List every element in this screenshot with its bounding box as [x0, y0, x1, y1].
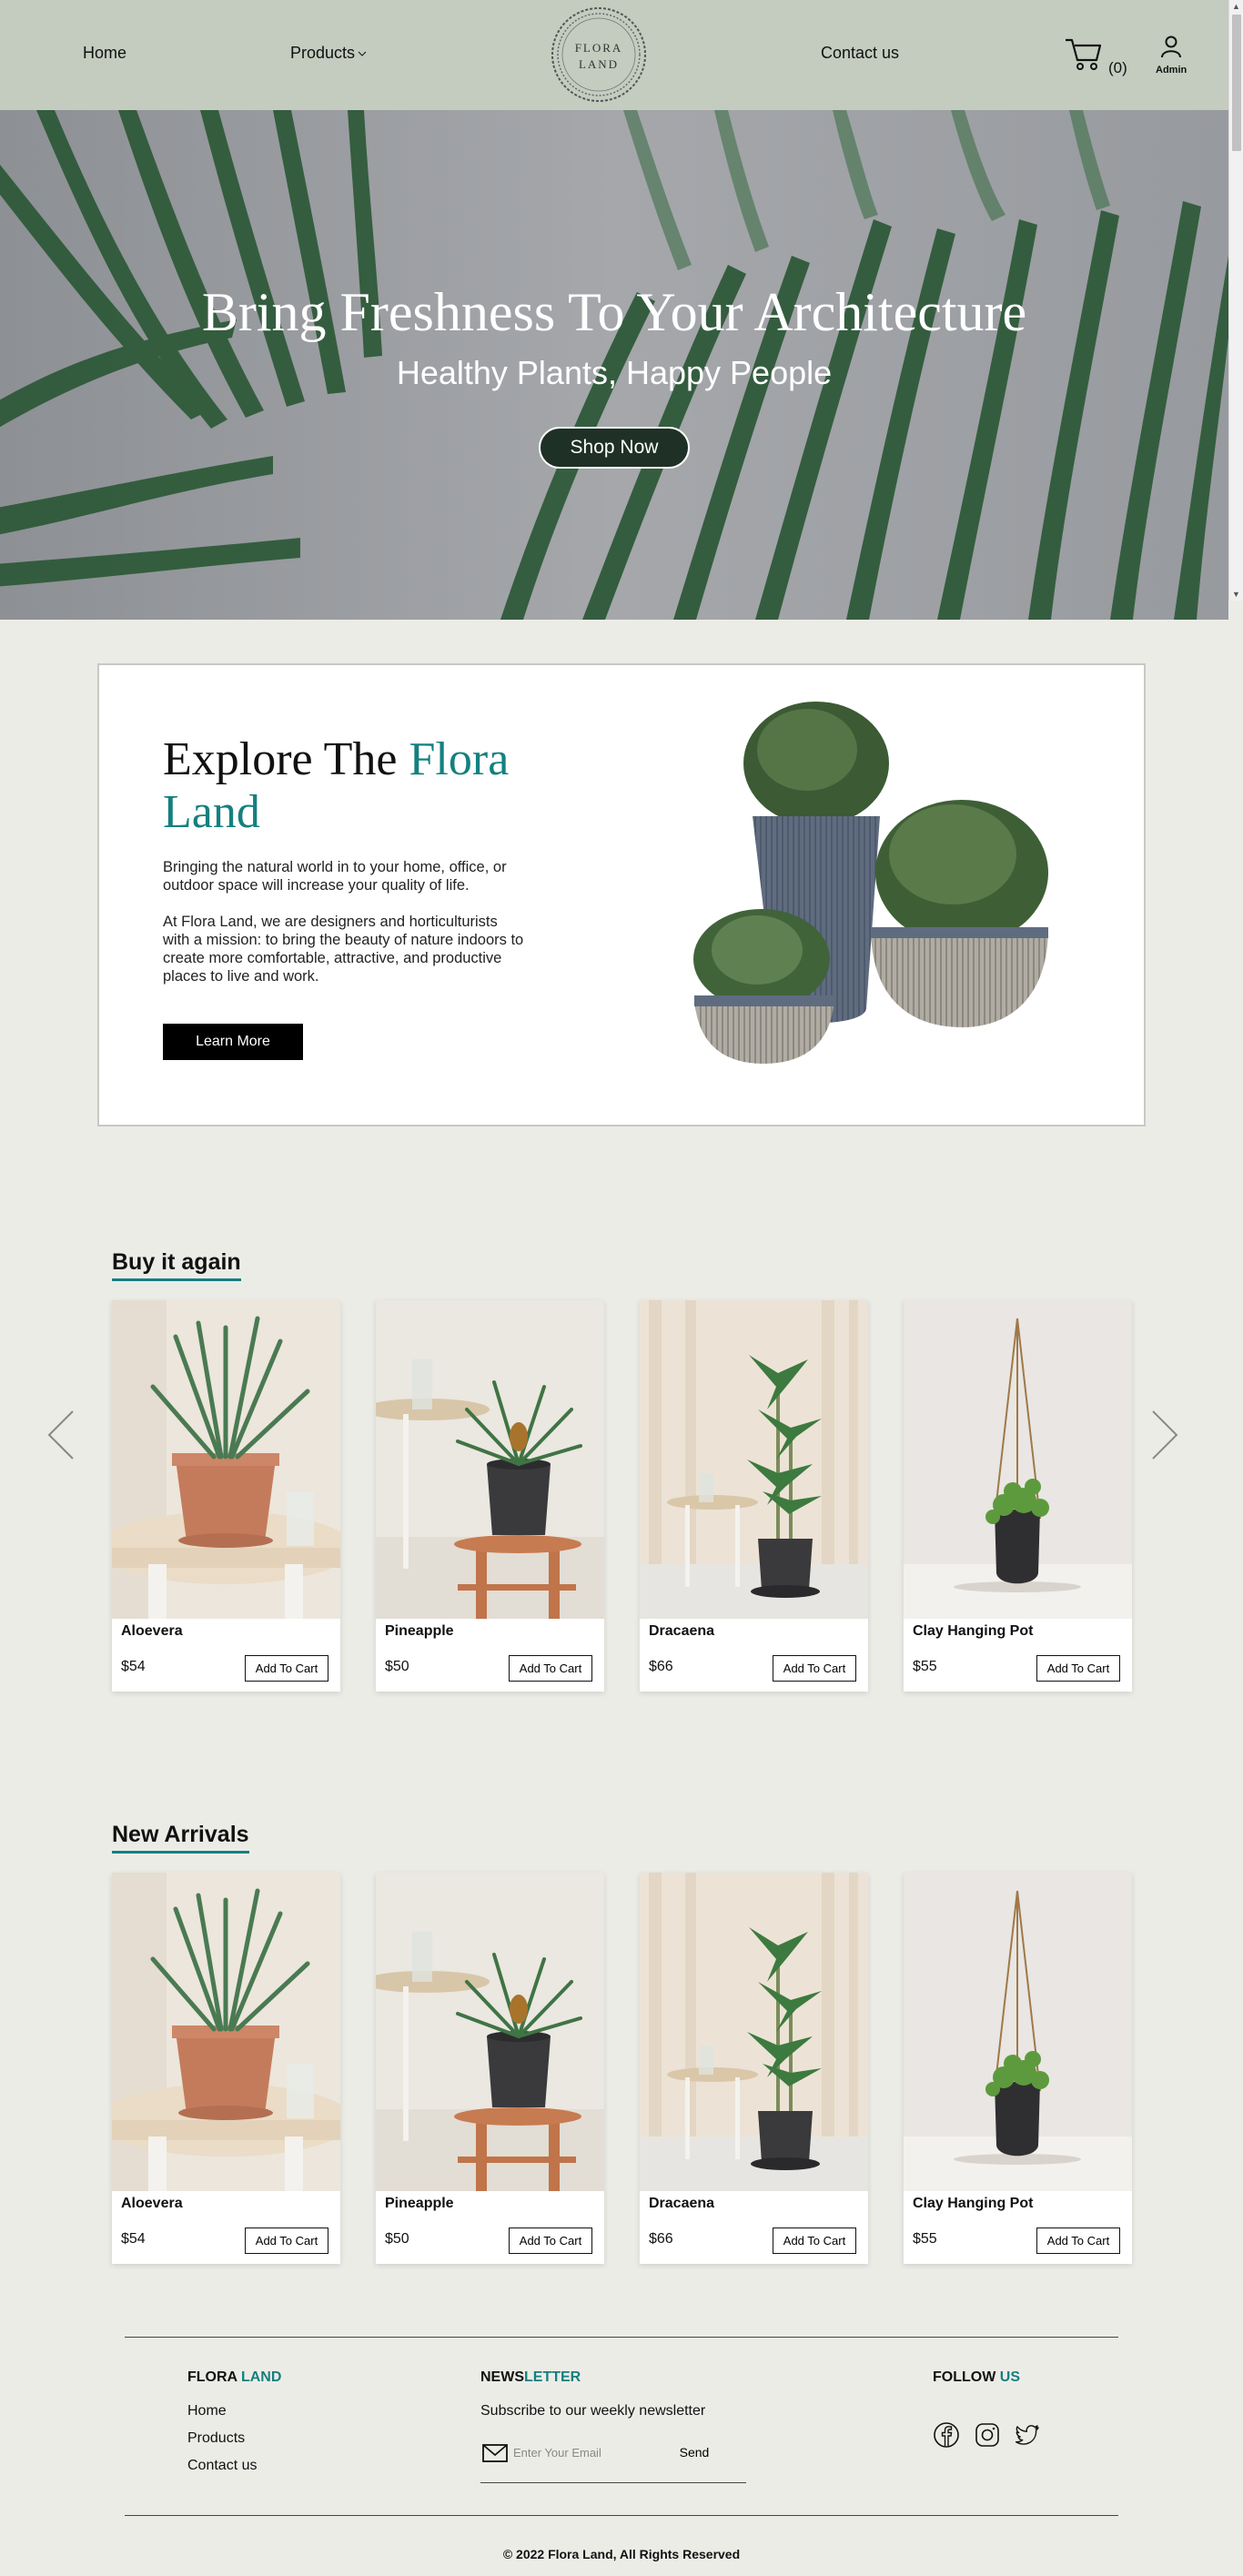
cart-icon[interactable] — [1064, 33, 1104, 73]
product-card-aloevera[interactable]: Aloevera $54 Add To Cart — [112, 1873, 340, 2264]
product-price: $55 — [913, 2231, 937, 2247]
admin-label: Admin — [1156, 65, 1187, 76]
pineapple-photo — [376, 1300, 604, 1619]
product-price: $54 — [121, 1659, 146, 1674]
svg-text:LAND: LAND — [579, 57, 619, 71]
footer-brand-text: FLORA — [187, 2369, 241, 2385]
cart-count: (0) — [1108, 59, 1127, 76]
newsletter-form: Send — [480, 2440, 746, 2483]
add-to-cart-button[interactable]: Add To Cart — [1036, 2227, 1120, 2254]
add-to-cart-button[interactable]: Add To Cart — [509, 1655, 592, 1682]
buy-again-title: Buy it again — [112, 1249, 241, 1281]
carousel-right-arrow-icon[interactable] — [1146, 1408, 1182, 1462]
product-name: Dracaena — [649, 1623, 715, 1639]
email-input[interactable] — [513, 2442, 668, 2462]
add-to-cart-button[interactable]: Add To Cart — [773, 2227, 856, 2254]
admin-account[interactable]: Admin — [1156, 35, 1187, 78]
send-button[interactable]: Send — [672, 2442, 717, 2462]
footer-brand-accent: LAND — [240, 2369, 282, 2385]
scroll-down-icon[interactable]: ▼ — [1232, 590, 1240, 599]
new-arrivals-title: New Arrivals — [112, 1822, 249, 1854]
carousel-left-arrow-icon[interactable] — [44, 1408, 80, 1462]
footer-divider-bottom — [125, 2515, 1118, 2516]
product-name: Pineapple — [385, 2196, 454, 2211]
pineapple-photo — [376, 1873, 604, 2191]
product-card-pineapple[interactable]: Pineapple $50 Add To Cart — [376, 1873, 604, 2264]
add-to-cart-button[interactable]: Add To Cart — [245, 1655, 328, 1682]
product-card-clay-hanging-pot[interactable]: Clay Hanging Pot $55 Add To Cart — [904, 1300, 1132, 1692]
follow-heading: FOLLOW US — [933, 2369, 1020, 2386]
add-to-cart-button[interactable]: Add To Cart — [773, 1655, 856, 1682]
scrollbar[interactable]: ▲ ▼ — [1228, 0, 1243, 601]
copyright-text: © 2022 Flora Land, All Rights Reserved — [502, 2547, 741, 2561]
product-name: Aloevera — [121, 1623, 183, 1639]
footer-divider-top — [125, 2337, 1118, 2338]
product-price: $54 — [121, 2231, 146, 2247]
product-card-aloevera[interactable]: Aloevera $54 Add To Cart — [112, 1300, 340, 1692]
follow-heading-accent: US — [999, 2369, 1020, 2385]
product-price: $50 — [385, 2231, 409, 2247]
aloevera-photo — [112, 1873, 340, 2191]
product-name: Pineapple — [385, 1623, 454, 1639]
add-to-cart-button[interactable]: Add To Cart — [245, 2227, 328, 2254]
flora-land-logo[interactable]: FLORA LAND — [549, 5, 649, 105]
nav-products-link[interactable]: Products — [290, 44, 368, 63]
aloevera-photo — [112, 1300, 340, 1619]
explore-paragraph-1: Bringing the natural world in to your ho… — [163, 859, 507, 894]
newsletter-heading-text: NEWS — [480, 2369, 524, 2385]
footer-brand-heading: FLORA LAND — [187, 2369, 281, 2386]
chevron-down-icon — [358, 51, 367, 57]
explore-section: Explore The Flora Land Bringing the natu… — [97, 663, 1146, 1126]
scroll-up-icon[interactable]: ▲ — [1232, 2, 1240, 11]
product-card-dracaena[interactable]: Dracaena $66 Add To Cart — [640, 1873, 868, 2264]
hero-title: Bring Freshness To Your Architecture — [201, 282, 1027, 342]
product-name: Aloevera — [121, 2196, 183, 2211]
hero-subtitle: Healthy Plants, Happy People — [396, 354, 833, 391]
svg-text:FLORA: FLORA — [575, 41, 623, 55]
dracaena-photo — [640, 1873, 868, 2191]
product-card-pineapple[interactable]: Pineapple $50 Add To Cart — [376, 1300, 604, 1692]
product-card-clay-hanging-pot[interactable]: Clay Hanging Pot $55 Add To Cart — [904, 1873, 1132, 2264]
clay-hanging-pot-photo — [904, 1873, 1132, 2191]
user-icon — [1161, 35, 1181, 58]
footer-link-home[interactable]: Home — [187, 2403, 227, 2419]
shop-now-button[interactable]: Shop Now — [539, 427, 690, 469]
product-name: Clay Hanging Pot — [913, 1623, 1034, 1639]
product-name: Dracaena — [649, 2196, 715, 2211]
product-price: $55 — [913, 1659, 937, 1674]
clay-hanging-pot-photo — [904, 1300, 1132, 1619]
add-to-cart-button[interactable]: Add To Cart — [1036, 1655, 1120, 1682]
footer-link-contact[interactable]: Contact us — [187, 2458, 257, 2474]
add-to-cart-button[interactable]: Add To Cart — [509, 2227, 592, 2254]
potted-plants-image — [693, 702, 1048, 1064]
newsletter-heading: NEWSLETTER — [480, 2369, 581, 2386]
nav-contact-link[interactable]: Contact us — [821, 44, 899, 63]
site-header: Home Products FLORA LAND Contact us (0) … — [0, 0, 1228, 110]
explore-paragraph-2: At Flora Land, we are designers and hort… — [163, 914, 524, 985]
newsletter-heading-accent: LETTER — [524, 2369, 581, 2385]
learn-more-button[interactable]: Learn More — [163, 1024, 303, 1060]
product-name: Clay Hanging Pot — [913, 2196, 1034, 2211]
product-card-dracaena[interactable]: Dracaena $66 Add To Cart — [640, 1300, 868, 1692]
product-price: $66 — [649, 1659, 673, 1674]
explore-title: Explore The Flora Land — [163, 733, 545, 839]
explore-title-text: Explore The — [163, 733, 409, 785]
dracaena-photo — [640, 1300, 868, 1619]
hero-banner: Bring Freshness To Your Architecture Hea… — [0, 110, 1228, 620]
nav-home-link[interactable]: Home — [83, 44, 126, 63]
follow-heading-text: FOLLOW — [933, 2369, 1000, 2385]
facebook-icon[interactable] — [933, 2421, 960, 2449]
scroll-thumb[interactable] — [1232, 15, 1241, 151]
product-price: $50 — [385, 1659, 409, 1674]
instagram-icon[interactable] — [974, 2421, 1001, 2449]
twitter-icon[interactable] — [1014, 2421, 1041, 2449]
product-price: $66 — [649, 2231, 673, 2247]
nav-products-label: Products — [290, 44, 356, 62]
newsletter-text: Subscribe to our weekly newsletter — [480, 2403, 706, 2419]
mail-icon — [482, 2444, 508, 2462]
footer-link-products[interactable]: Products — [187, 2430, 245, 2447]
